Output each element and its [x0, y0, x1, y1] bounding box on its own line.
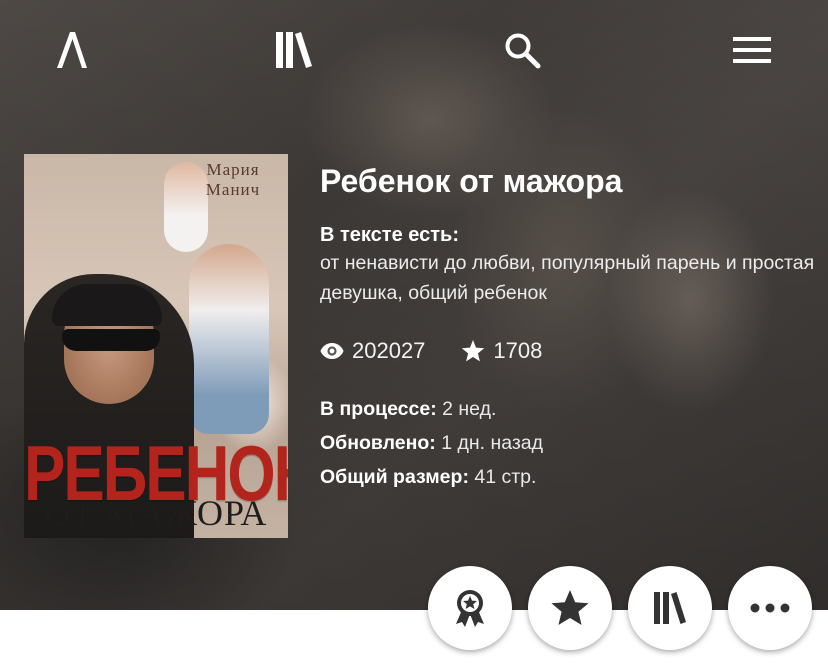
menu-icon[interactable]: [728, 28, 776, 72]
views-count: 202027: [352, 338, 426, 363]
star-icon: [462, 340, 485, 362]
cover-illustration-woman: [189, 244, 269, 434]
in-progress-row: В процессе: 2 нед.: [320, 392, 820, 426]
updated-row: Обновлено: 1 дн. назад: [320, 426, 820, 460]
add-to-library-button[interactable]: [628, 566, 712, 650]
in-progress-value: 2 нед.: [442, 398, 497, 420]
size-label: Общий размер:: [320, 466, 469, 488]
tags-label: В тексте есть:: [320, 224, 459, 246]
award-icon: [456, 590, 484, 627]
logo-icon[interactable]: [48, 28, 94, 72]
more-button[interactable]: [728, 566, 812, 650]
cover-cap: [52, 284, 162, 326]
search-icon[interactable]: [500, 28, 544, 72]
book-cover[interactable]: Мария Манич РЕБЕНОК ОТ МАЖОРА: [24, 154, 288, 538]
rating-stat: 1708: [461, 338, 542, 364]
updated-label: Обновлено:: [320, 432, 436, 454]
book-meta: В процессе: 2 нед. Обновлено: 1 дн. наза…: [320, 392, 820, 494]
tags-text: от ненависти до любви, популярный парень…: [320, 252, 815, 304]
views-stat: 202027: [320, 338, 425, 364]
in-progress-label: В процессе:: [320, 398, 437, 420]
award-button[interactable]: [428, 566, 512, 650]
size-value: 41 стр.: [474, 466, 537, 488]
book-stats: 202027 1708: [320, 336, 820, 366]
size-row: Общий размер: 41 стр.: [320, 460, 820, 494]
more-icon: [750, 603, 790, 613]
cover-title-line2: ОТ МАЖОРА: [44, 493, 268, 533]
updated-value: 1 дн. назад: [441, 432, 544, 454]
book-info: Ребенок от мажора В тексте есть: от нена…: [320, 160, 820, 494]
book-title: Ребенок от мажора: [320, 163, 623, 199]
cover-glasses: [62, 329, 160, 351]
cover-author: Мария Манич: [205, 160, 261, 199]
library-icon: [654, 592, 686, 624]
rating-count: 1708: [493, 338, 543, 363]
star-icon: [551, 590, 589, 625]
top-bar: [0, 0, 828, 100]
favorite-button[interactable]: [528, 566, 612, 650]
eye-icon: [320, 343, 344, 359]
library-icon[interactable]: [270, 28, 318, 72]
